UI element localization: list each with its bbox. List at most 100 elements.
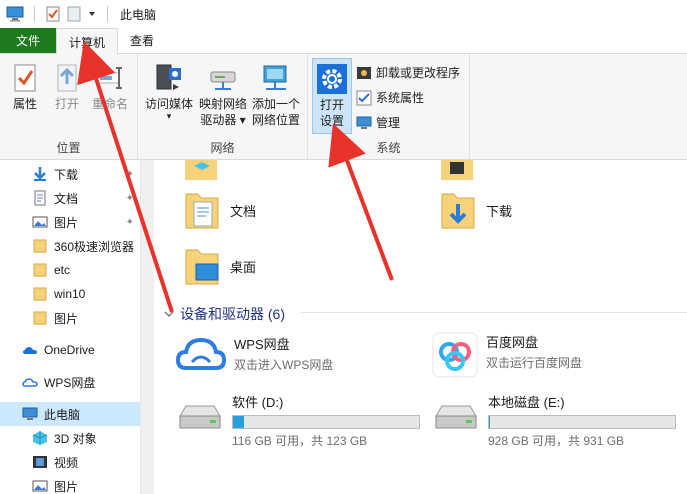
uninstall-programs-button[interactable]: 卸载或更改程序 bbox=[356, 64, 460, 81]
drive-usage-bar bbox=[488, 415, 676, 429]
new-folder-icon[interactable] bbox=[67, 6, 81, 22]
folder-documents[interactable]: 文档 bbox=[184, 190, 256, 230]
gear-icon bbox=[317, 64, 347, 94]
open-settings-label-2: 设置 bbox=[319, 114, 344, 128]
folder-icon bbox=[33, 263, 47, 277]
desktop-folder-icon bbox=[185, 249, 219, 285]
nav-item-folder[interactable]: 360极速浏览器 bbox=[0, 234, 140, 258]
onedrive-icon bbox=[23, 347, 37, 354]
drive-e[interactable]: 本地磁盘 (E:) 928 GB 可用，共 931 GB bbox=[432, 392, 676, 449]
add-location-label-2: 网络位置 bbox=[251, 113, 300, 127]
nav-item-this-pc[interactable]: 此电脑 bbox=[0, 402, 140, 426]
rename-button[interactable]: 重命名 bbox=[88, 62, 132, 112]
navigation-pane: 下载 ✦ 文档 ✦ 图片 ✦ 360极速浏览器 etc win10 图片 One… bbox=[0, 160, 140, 494]
nav-item-folder[interactable]: win10 bbox=[0, 282, 140, 306]
add-location-label-1: 添加一个 bbox=[251, 97, 300, 111]
toolbar-divider bbox=[107, 6, 108, 22]
toolbar-divider bbox=[34, 6, 35, 22]
pin-icon: ✦ bbox=[125, 192, 134, 204]
this-pc-icon bbox=[22, 407, 38, 420]
rename-label: 重命名 bbox=[91, 97, 128, 111]
nav-item-label: 图片 bbox=[54, 311, 79, 326]
pin-icon: ✦ bbox=[125, 216, 134, 228]
drive-d[interactable]: 软件 (D:) 116 GB 可用，共 123 GB bbox=[176, 392, 420, 449]
nav-item-pictures[interactable]: 图片 bbox=[0, 474, 140, 494]
nav-item-wps-cloud[interactable]: WPS网盘 bbox=[0, 370, 140, 394]
drive-free-space: 928 GB 可用，共 931 GB bbox=[488, 434, 625, 448]
nav-item-downloads[interactable]: 下载 ✦ bbox=[0, 162, 140, 186]
system-properties-label: 系统属性 bbox=[376, 91, 425, 105]
uninstall-label: 卸载或更改程序 bbox=[376, 66, 461, 80]
device-wps-cloud[interactable]: WPS网盘 双击进入WPS网盘 bbox=[176, 334, 333, 374]
open-settings-button[interactable]: 打开 设置 bbox=[312, 58, 352, 134]
manage-label: 管理 bbox=[376, 116, 401, 130]
device-baidu-netdisk[interactable]: 百度网盘 双击运行百度网盘 bbox=[432, 332, 582, 378]
hard-drive-icon bbox=[435, 405, 477, 429]
downloads-folder-icon bbox=[441, 193, 475, 229]
drive-usage-fill bbox=[489, 416, 490, 428]
nav-item-video[interactable]: 视频 bbox=[0, 450, 140, 474]
drive-usage-bar bbox=[232, 415, 420, 429]
drive-name: 软件 (D:) bbox=[232, 395, 284, 410]
media-server-icon bbox=[156, 64, 181, 90]
open-button[interactable]: 打开 bbox=[50, 62, 84, 112]
nav-item-pictures[interactable]: 图片 ✦ bbox=[0, 210, 140, 234]
rename-icon bbox=[96, 67, 122, 89]
drive-usage-fill bbox=[233, 416, 244, 428]
devices-section-header[interactable]: 设备和驱动器 (6) bbox=[164, 304, 285, 324]
nav-item-label: etc bbox=[54, 263, 71, 277]
folder-icon bbox=[33, 239, 47, 253]
nav-item-folder[interactable]: 图片 bbox=[0, 306, 140, 330]
properties-button[interactable]: 属性 bbox=[8, 62, 42, 112]
devices-section-title: 设备和驱动器 (6) bbox=[180, 306, 285, 322]
map-drive-label-1: 映射网络 bbox=[198, 97, 247, 111]
tab-view[interactable]: 查看 bbox=[118, 28, 166, 53]
location-group-label: 位置 bbox=[56, 141, 81, 155]
folder-downloads[interactable]: 下载 bbox=[440, 190, 512, 230]
download-icon bbox=[34, 167, 46, 181]
pictures-icon bbox=[32, 480, 48, 492]
nav-item-3d-objects[interactable]: 3D 对象 bbox=[0, 426, 140, 450]
nav-item-documents[interactable]: 文档 ✦ bbox=[0, 186, 140, 210]
chevron-down-icon[interactable] bbox=[87, 9, 97, 19]
folder-label: 下载 bbox=[486, 203, 513, 219]
nav-scrollbar[interactable] bbox=[140, 160, 154, 494]
tab-file[interactable]: 文件 bbox=[0, 28, 56, 53]
device-name: 百度网盘 bbox=[486, 335, 539, 350]
map-network-drive-button[interactable]: 映射网络 驱动器 ▾ bbox=[196, 62, 250, 128]
folder-desktop[interactable]: 桌面 bbox=[184, 246, 256, 286]
nav-item-label: 视频 bbox=[54, 455, 79, 470]
folder-label: 文档 bbox=[230, 203, 257, 219]
system-group: 打开 设置 卸载或更改程序 系统属性 管理 系统 bbox=[308, 54, 470, 160]
nav-item-onedrive[interactable]: OneDrive bbox=[0, 338, 140, 362]
nav-item-label: 图片 bbox=[54, 479, 79, 494]
device-subtitle: 双击进入WPS网盘 bbox=[234, 358, 334, 372]
drive-free-space: 116 GB 可用，共 123 GB bbox=[232, 434, 368, 448]
network-group: 访问媒体 ▾ 映射网络 驱动器 ▾ 添加一个 网络位置 网络 bbox=[138, 54, 308, 160]
manage-button[interactable]: 管理 bbox=[356, 114, 400, 131]
folder-label: 桌面 bbox=[230, 259, 257, 275]
ribbon-tabs: 文件 计算机 查看 bbox=[0, 28, 687, 55]
properties-check-icon[interactable] bbox=[45, 6, 61, 22]
add-network-location-button[interactable]: 添加一个 网络位置 bbox=[248, 62, 304, 128]
documents-folder-icon bbox=[185, 193, 219, 229]
nav-item-label: 下载 bbox=[54, 167, 79, 182]
device-text: WPS网盘 双击进入WPS网盘 bbox=[234, 334, 333, 373]
3d-objects-folder-icon[interactable] bbox=[184, 160, 218, 182]
video-folder-icon[interactable] bbox=[440, 160, 474, 182]
network-drive-icon bbox=[210, 71, 236, 90]
folder-icon bbox=[33, 287, 47, 301]
nav-item-folder[interactable]: etc bbox=[0, 258, 140, 282]
system-properties-button[interactable]: 系统属性 bbox=[356, 89, 424, 106]
computer-manage-icon bbox=[356, 116, 372, 129]
device-subtitle: 双击运行百度网盘 bbox=[486, 356, 583, 370]
access-media-button[interactable]: 访问媒体 ▾ bbox=[142, 62, 196, 121]
location-group: 属性 打开 重命名 位置 bbox=[0, 54, 138, 160]
access-media-label: 访问媒体 bbox=[144, 97, 193, 111]
nav-item-label: 图片 bbox=[54, 215, 79, 230]
title-bar: 此电脑 bbox=[0, 0, 687, 28]
open-icon bbox=[57, 64, 77, 92]
chevron-down-icon bbox=[164, 311, 174, 317]
hard-drive-icon bbox=[179, 405, 221, 429]
tab-computer[interactable]: 计算机 bbox=[56, 28, 119, 55]
